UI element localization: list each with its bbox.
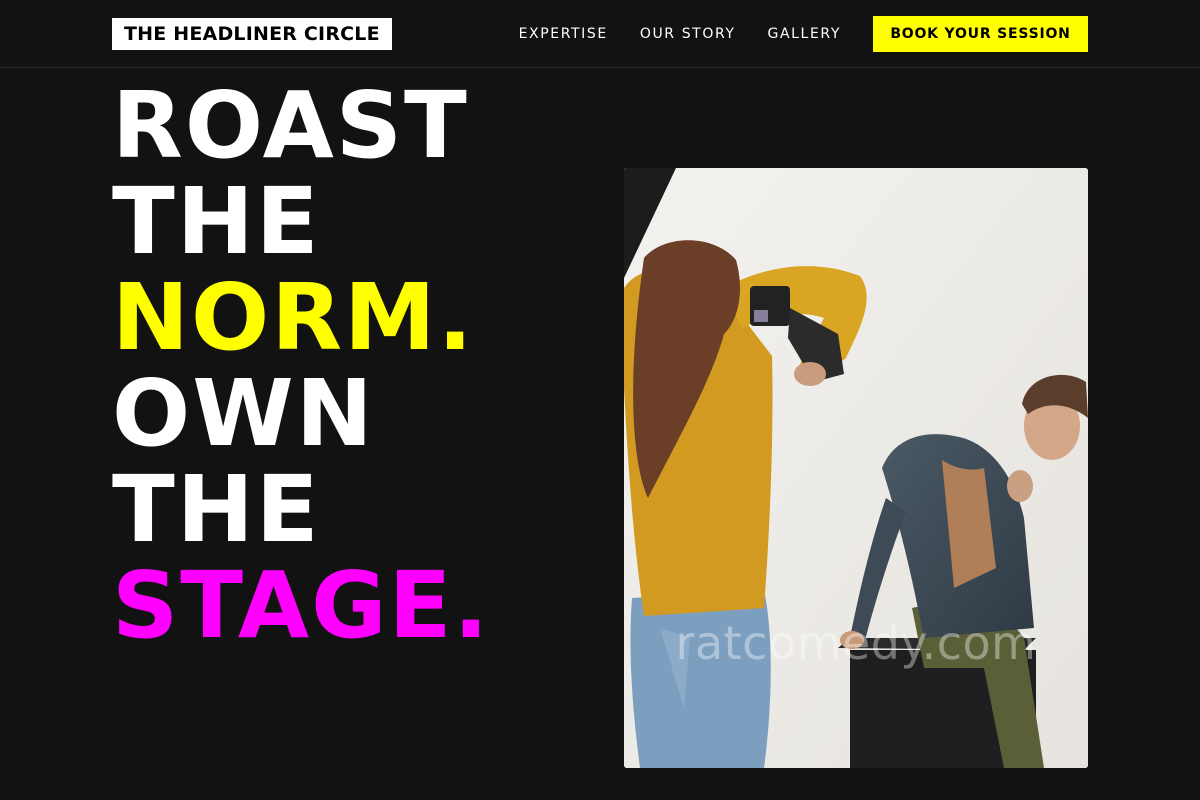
site-header: THE HEADLINER CIRCLE EXPERTISE OUR STORY… [0, 0, 1200, 68]
headline-line-2: THE [112, 168, 321, 275]
main-nav: EXPERTISE OUR STORY GALLERY BOOK YOUR SE… [519, 0, 1088, 68]
headline-line-6: STAGE. [112, 552, 491, 659]
site-logo[interactable]: THE HEADLINER CIRCLE [112, 18, 392, 50]
hero-photo: ratcomedy.com [624, 168, 1088, 768]
nav-link-expertise[interactable]: EXPERTISE [519, 26, 608, 42]
headline-line-3: NORM. [112, 264, 475, 371]
hero-headline: ROAST THE NORM. OWN THE STAGE. [112, 78, 490, 654]
photo-illustration [624, 168, 1088, 768]
book-session-button[interactable]: BOOK YOUR SESSION [873, 16, 1088, 52]
nav-link-our-story[interactable]: OUR STORY [640, 26, 736, 42]
nav-link-gallery[interactable]: GALLERY [768, 26, 841, 42]
headline-line-5: THE [112, 456, 321, 563]
headline-line-4: OWN [112, 360, 375, 467]
photo-watermark: ratcomedy.com [675, 616, 1037, 670]
headline-line-1: ROAST [112, 72, 469, 179]
